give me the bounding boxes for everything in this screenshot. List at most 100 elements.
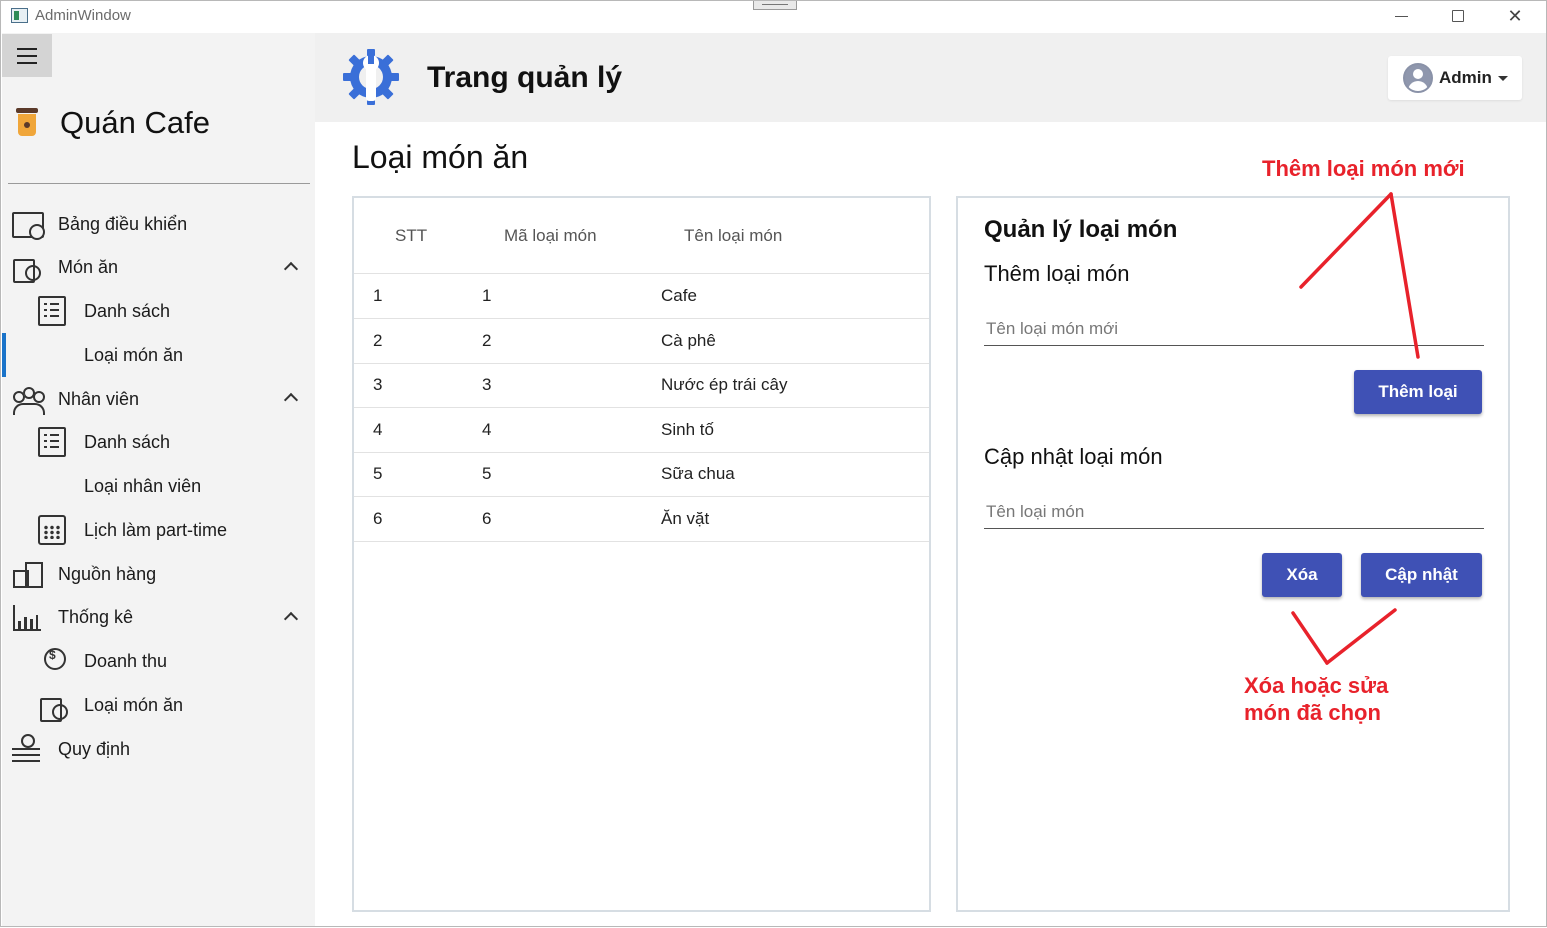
gear-wrench-logo-icon — [343, 49, 399, 105]
close-button[interactable]: ✕ — [1487, 1, 1543, 31]
delete-button[interactable]: Xóa — [1262, 553, 1342, 597]
cell-code: 6 — [482, 509, 492, 528]
table-row[interactable]: 4 4 Sinh tố — [354, 408, 929, 453]
snap-grip[interactable] — [753, 1, 797, 10]
caret-down-icon — [1497, 75, 1508, 81]
admin-window: AdminWindow ✕ Quán Cafe Bảng điều khiển … — [0, 0, 1547, 927]
sidebar-item-label: Danh sách — [84, 300, 171, 321]
cell-code: 3 — [482, 375, 492, 394]
cell-stt: 1 — [373, 286, 383, 305]
table-row[interactable]: 6 6 Ăn vặt — [354, 497, 929, 542]
settings-icon — [11, 733, 43, 765]
calendar-icon — [38, 515, 66, 545]
annotation-edit-line1: Xóa hoặc sửa — [1244, 673, 1389, 698]
sidebar-item-suppliers[interactable]: Nguồn hàng — [11, 554, 156, 594]
grid-icon — [38, 471, 66, 501]
list-icon — [38, 296, 66, 326]
sidebar-item-label: Lịch làm part-time — [84, 519, 228, 540]
minimize-icon — [1394, 15, 1408, 17]
maximize-icon — [1452, 10, 1464, 22]
cell-stt: 6 — [373, 509, 383, 528]
column-header-stt[interactable]: STT — [395, 226, 427, 246]
form-heading: Quản lý loại món — [984, 216, 1178, 243]
chevron-up-icon[interactable] — [284, 390, 298, 404]
add-section-title: Thêm loại món — [984, 261, 1130, 286]
update-section-title: Cập nhật loại món — [984, 444, 1163, 469]
sidebar-item-staff-types[interactable]: Loại nhân viên — [38, 466, 201, 506]
update-button[interactable]: Cập nhật — [1361, 553, 1482, 597]
sidebar-item-staff-list[interactable]: Danh sách — [38, 422, 170, 462]
cell-stt: 5 — [373, 464, 383, 483]
app-icon — [11, 8, 28, 23]
cell-code: 2 — [482, 331, 492, 350]
sidebar-divider — [8, 183, 310, 184]
food-type-icon — [38, 690, 68, 722]
cell-code: 4 — [482, 420, 492, 439]
sidebar-item-revenue[interactable]: Doanh thu — [38, 641, 167, 681]
sidebar-item-staff[interactable]: Nhân viên — [11, 379, 139, 419]
cell-code: 1 — [482, 286, 492, 305]
sidebar-item-food-types[interactable]: Loại món ăn — [38, 335, 183, 375]
sidebar-item-label: Quy định — [58, 738, 131, 759]
coffee-cup-icon — [14, 106, 40, 140]
cell-name: Nước ép trái cây — [661, 375, 788, 394]
user-menu-button[interactable]: Admin — [1388, 56, 1522, 100]
food-type-form: Quản lý loại món Thêm loại món Thêm loại… — [956, 196, 1510, 912]
table-row[interactable]: 2 2 Cà phê — [354, 319, 929, 364]
list-icon — [38, 427, 66, 457]
chevron-up-icon[interactable] — [284, 259, 298, 273]
sidebar-item-dashboard[interactable]: Bảng điều khiển — [11, 204, 187, 244]
dashboard-icon — [11, 208, 45, 240]
cell-stt: 3 — [373, 375, 383, 394]
food-type-name-input[interactable] — [984, 495, 1484, 529]
sidebar-item-label: Loại món ăn — [84, 344, 184, 365]
user-name: Admin — [1439, 68, 1492, 87]
brand: Quán Cafe — [14, 103, 210, 143]
table-row[interactable]: 5 5 Sữa chua — [354, 452, 929, 497]
add-food-type-button[interactable]: Thêm loại — [1354, 370, 1482, 414]
boxes-icon — [11, 558, 43, 590]
sidebar-item-parttime-schedule[interactable]: Lịch làm part-time — [38, 510, 227, 550]
close-icon: ✕ — [1507, 5, 1523, 26]
chevron-up-icon[interactable] — [284, 609, 298, 623]
active-indicator — [2, 333, 6, 377]
column-header-name[interactable]: Tên loại món — [684, 226, 782, 246]
column-header-code[interactable]: Mã loại món — [504, 226, 597, 246]
cell-name: Cà phê — [661, 331, 716, 350]
sidebar-item-stats-food-types[interactable]: Loại món ăn — [38, 685, 183, 725]
minimize-button[interactable] — [1373, 1, 1429, 31]
sidebar-item-label: Nhân viên — [58, 388, 140, 409]
header-title: Trang quản lý — [427, 61, 623, 94]
sidebar-item-label: Danh sách — [84, 431, 171, 452]
sidebar: Quán Cafe Bảng điều khiển Món ăn Danh sá… — [2, 33, 315, 926]
sidebar-item-statistics[interactable]: Thống kê — [11, 597, 133, 637]
revenue-icon — [38, 646, 66, 676]
sidebar-item-label: Thống kê — [58, 606, 134, 627]
sidebar-item-regulations[interactable]: Quy định — [11, 729, 130, 769]
sidebar-item-label: Bảng điều khiển — [58, 213, 188, 234]
header: Trang quản lý Admin — [315, 33, 1546, 122]
annotation-edit-line2: món đã chọn — [1244, 700, 1381, 725]
people-icon — [11, 383, 45, 415]
cell-stt: 2 — [373, 331, 383, 350]
sidebar-item-label: Doanh thu — [84, 650, 168, 671]
sidebar-item-label: Loại nhân viên — [84, 475, 202, 496]
table-row[interactable]: 1 1 Cafe — [354, 274, 929, 319]
hamburger-menu-button[interactable] — [2, 34, 52, 77]
food-icon — [11, 251, 43, 283]
sidebar-item-food-list[interactable]: Danh sách — [38, 291, 170, 331]
table-row[interactable]: 3 3 Nước ép trái cây — [354, 363, 929, 408]
avatar-icon — [1403, 63, 1433, 93]
new-food-type-input[interactable] — [984, 312, 1484, 346]
food-type-table: STT Mã loại món Tên loại món 1 1 Cafe 2 … — [352, 196, 931, 912]
maximize-button[interactable] — [1430, 1, 1486, 31]
cell-name: Sữa chua — [661, 464, 735, 483]
sidebar-item-food[interactable]: Món ăn — [11, 247, 118, 287]
cell-code: 5 — [482, 464, 492, 483]
cell-name: Sinh tố — [661, 420, 714, 439]
title-bar: AdminWindow ✕ — [1, 1, 1546, 33]
sidebar-item-label: Món ăn — [58, 256, 119, 277]
annotation-add: Thêm loại món mới — [1262, 156, 1465, 181]
window-title: AdminWindow — [35, 7, 131, 24]
sidebar-item-label: Loại món ăn — [84, 694, 184, 715]
